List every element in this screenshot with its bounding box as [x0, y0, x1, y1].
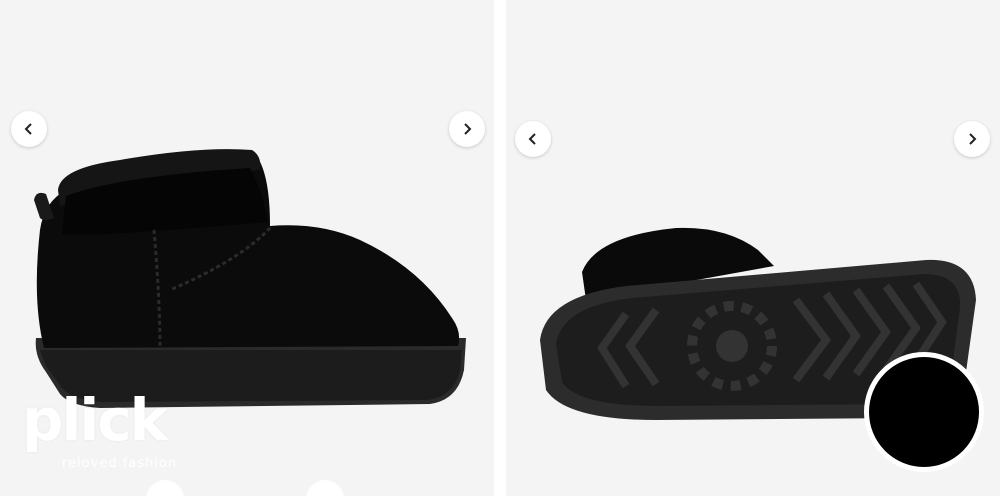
prev-image-button[interactable]	[515, 121, 551, 157]
product-image-panel-right[interactable]	[506, 0, 1000, 496]
panel-divider	[494, 0, 506, 496]
next-image-button[interactable]	[954, 121, 990, 157]
chevron-right-icon	[464, 123, 472, 135]
prev-image-button[interactable]	[11, 111, 47, 147]
plick-watermark: plick reloved fashion	[22, 386, 192, 478]
chevron-left-icon	[24, 123, 32, 135]
color-swatch-black[interactable]	[864, 352, 984, 472]
chevron-left-icon	[528, 133, 536, 145]
chevron-right-icon	[969, 133, 977, 145]
next-image-button[interactable]	[449, 111, 485, 147]
brand-tagline: reloved fashion	[62, 456, 178, 471]
product-image-panel-left[interactable]: plick reloved fashion	[0, 0, 494, 496]
brand-logo-text: plick	[22, 386, 168, 454]
